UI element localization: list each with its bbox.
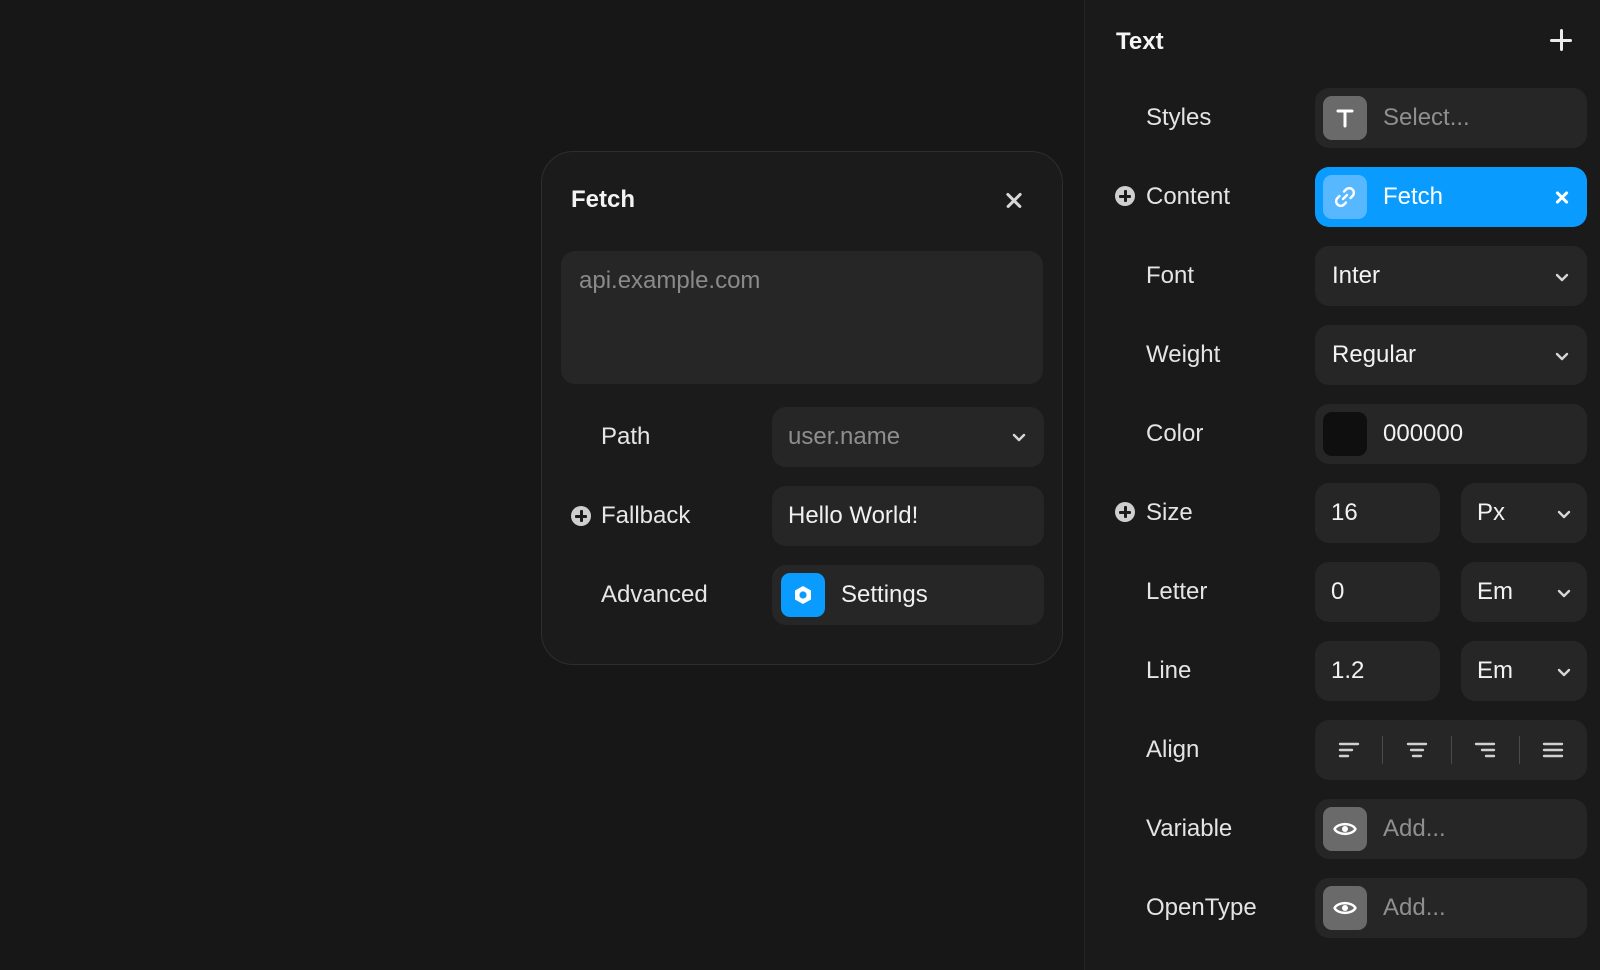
fallback-input[interactable]: Hello World! [772, 486, 1044, 546]
variable-placeholder: Add... [1383, 815, 1446, 842]
fallback-label: Fallback [601, 502, 691, 529]
settings-icon [781, 573, 825, 617]
chevron-down-icon [1557, 668, 1571, 677]
size-row: Size 16 Px [1085, 483, 1600, 543]
chevron-down-icon [1012, 433, 1026, 442]
weight-row: Weight Regular [1085, 325, 1600, 385]
variable-select[interactable]: Add... [1315, 799, 1587, 859]
size-value: 16 [1331, 499, 1358, 526]
size-unit: Px [1477, 499, 1506, 526]
panel-title: Text [1116, 28, 1164, 55]
size-input[interactable]: 16 [1315, 483, 1440, 543]
chevron-down-icon [1555, 352, 1569, 361]
popover-title: Fetch [571, 186, 636, 213]
styles-label: Styles [1146, 104, 1212, 131]
content-label: Content [1146, 183, 1231, 210]
font-value: Inter [1332, 262, 1381, 289]
variable-row: Variable Add... [1085, 799, 1600, 859]
size-label: Size [1146, 499, 1193, 526]
path-select[interactable]: user.name [772, 407, 1044, 467]
path-value: user.name [788, 423, 901, 450]
font-label: Font [1146, 262, 1195, 289]
font-row: Font Inter [1085, 246, 1600, 306]
color-swatch[interactable] [1323, 412, 1367, 456]
plus-circle-icon[interactable] [1115, 186, 1135, 206]
align-label: Align [1146, 736, 1200, 763]
align-right-button[interactable] [1452, 720, 1519, 780]
line-label: Line [1146, 657, 1192, 684]
chevron-down-icon [1555, 273, 1569, 282]
line-unit-select[interactable]: Em [1461, 641, 1587, 701]
weight-select[interactable]: Regular [1315, 325, 1587, 385]
eye-icon [1323, 807, 1367, 851]
align-center-button[interactable] [1383, 720, 1450, 780]
size-unit-select[interactable]: Px [1461, 483, 1587, 543]
letter-input[interactable]: 0 [1315, 562, 1440, 622]
weight-label: Weight [1146, 341, 1221, 368]
advanced-row: Advanced Settings [542, 565, 1064, 625]
content-row: Content Fetch [1085, 167, 1600, 227]
path-row: Path user.name [542, 407, 1064, 467]
align-justify-icon [1543, 742, 1564, 758]
color-input[interactable]: 000000 [1315, 404, 1587, 464]
fallback-row: Fallback Hello World! [542, 486, 1064, 546]
variable-label: Variable [1146, 815, 1233, 842]
text-properties-panel: Text Styles Select... Content Fetch Font… [1085, 0, 1600, 970]
letter-unit-select[interactable]: Em [1461, 562, 1587, 622]
plus-circle-icon[interactable] [1115, 502, 1135, 522]
plus-circle-icon[interactable] [571, 506, 591, 526]
url-input[interactable] [561, 251, 1043, 384]
fallback-value: Hello World! [788, 502, 919, 529]
align-segmented-control [1315, 720, 1587, 780]
content-value: Fetch [1383, 183, 1444, 210]
opentype-label: OpenType [1146, 894, 1257, 921]
opentype-placeholder: Add... [1383, 894, 1446, 921]
styles-select[interactable]: Select... [1315, 88, 1587, 148]
styles-placeholder: Select... [1383, 104, 1470, 131]
letter-row: Letter 0 Em [1085, 562, 1600, 622]
letter-label: Letter [1146, 578, 1208, 605]
align-center-icon [1406, 742, 1428, 758]
content-fetch-chip[interactable]: Fetch [1315, 167, 1587, 227]
letter-unit: Em [1477, 578, 1513, 605]
align-left-button[interactable] [1315, 720, 1382, 780]
link-icon [1323, 175, 1367, 219]
font-select[interactable]: Inter [1315, 246, 1587, 306]
advanced-settings-button[interactable]: Settings [772, 565, 1044, 625]
align-row: Align [1085, 720, 1600, 780]
eye-icon [1323, 886, 1367, 930]
text-t-icon [1323, 96, 1367, 140]
weight-value: Regular [1332, 341, 1417, 368]
letter-value: 0 [1331, 578, 1345, 605]
color-label: Color [1146, 420, 1204, 447]
close-icon[interactable] [1000, 186, 1028, 214]
styles-row: Styles Select... [1085, 88, 1600, 148]
line-unit: Em [1477, 657, 1513, 684]
color-row: Color 000000 [1085, 404, 1600, 464]
chevron-down-icon [1557, 510, 1571, 519]
opentype-row: OpenType Add... [1085, 878, 1600, 938]
fetch-popover: Fetch Path user.name Fallback Hello Worl… [541, 151, 1063, 665]
opentype-select[interactable]: Add... [1315, 878, 1587, 938]
plus-icon[interactable] [1549, 28, 1573, 52]
path-label: Path [601, 423, 651, 450]
line-value: 1.2 [1331, 657, 1365, 684]
line-row: Line 1.2 Em [1085, 641, 1600, 701]
chevron-down-icon [1557, 589, 1571, 598]
advanced-value: Settings [841, 581, 928, 608]
align-justify-button[interactable] [1520, 720, 1587, 780]
advanced-label: Advanced [601, 581, 708, 608]
remove-icon[interactable] [1551, 186, 1573, 208]
color-value: 000000 [1383, 420, 1464, 447]
line-input[interactable]: 1.2 [1315, 641, 1440, 701]
align-left-icon [1338, 742, 1359, 758]
align-right-icon [1474, 742, 1496, 758]
